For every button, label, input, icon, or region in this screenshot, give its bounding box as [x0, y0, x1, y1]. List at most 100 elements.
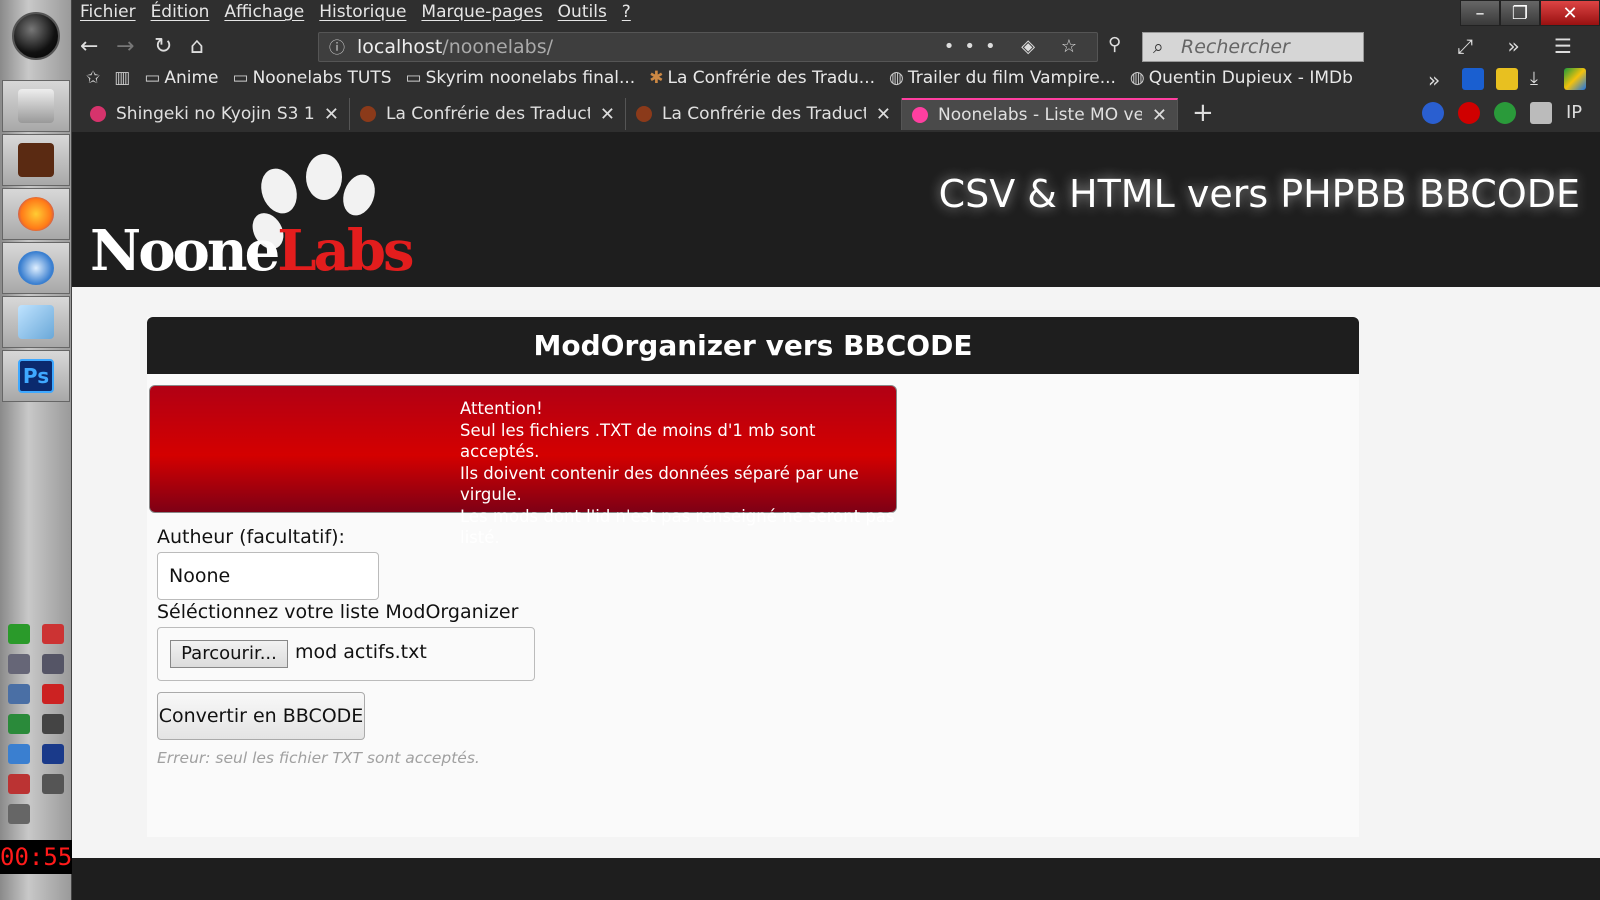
paw-toe-icon	[255, 163, 303, 219]
warning-alert: Attention! Seul les fichiers .TXT de moi…	[149, 385, 897, 547]
extension-icon[interactable]: ⚲	[1108, 34, 1121, 55]
sync-icon[interactable]	[1422, 102, 1444, 124]
selected-file-name: mod actifs.txt	[295, 641, 427, 663]
tray-app-icon[interactable]	[8, 654, 30, 674]
calculator-icon	[18, 143, 54, 177]
tab-noonelabs[interactable]: Noonelabs - Liste MO vers ✕	[902, 98, 1178, 130]
bookmark-anime[interactable]: ▭ Anime	[144, 68, 218, 94]
dock-item-thunderbird[interactable]	[2, 242, 70, 294]
addon-icons: IP	[1422, 102, 1588, 124]
tray-app-icon[interactable]	[42, 624, 64, 644]
noonelabs-logo[interactable]: NooneLabs	[86, 154, 415, 294]
forward-icon[interactable]: →	[116, 34, 134, 59]
bookmark-noonelabs-tuts[interactable]: ▭ Noonelabs TUTS	[233, 68, 392, 94]
alert-line: Attention!	[460, 399, 543, 418]
tray-app-icon[interactable]	[8, 684, 30, 704]
tray-app-icon[interactable]	[42, 744, 64, 764]
navigation-toolbar: ← → ↻ ⌂ ⓘ localhost/noonelabs/ ••• ◈ ☆ ⚲…	[72, 30, 1600, 64]
tray-network-icon[interactable]	[8, 744, 30, 764]
ip-icon[interactable]: IP	[1566, 102, 1588, 124]
tab-confrerie-2[interactable]: La Confrérie des Traducte ✕	[626, 98, 902, 130]
close-tab-icon[interactable]: ✕	[1152, 105, 1167, 126]
author-label: Autheur (facultatif):	[157, 526, 345, 548]
url-bar[interactable]: ⓘ localhost/noonelabs/ ••• ◈ ☆	[318, 32, 1098, 62]
drive-icon[interactable]	[1564, 68, 1586, 90]
paw-toe-icon	[306, 154, 342, 200]
photoshop-icon: Ps	[18, 359, 54, 393]
tray-app-icon[interactable]	[42, 654, 64, 674]
browse-button[interactable]: Parcourir...	[170, 640, 288, 668]
profile-icon[interactable]	[1530, 102, 1552, 124]
volume-icon[interactable]	[8, 804, 30, 824]
menu-help[interactable]: ?	[622, 2, 631, 28]
vpn-icon[interactable]	[1494, 102, 1516, 124]
browser-chrome: Fichier Édition Affichage Historique Mar…	[72, 0, 1600, 132]
tray-app-icon[interactable]	[8, 714, 30, 734]
notification-icon[interactable]	[1462, 68, 1484, 90]
menu-marque-pages[interactable]: Marque-pages	[421, 2, 542, 28]
site-header: NooneLabs CSV & HTML vers PHPBB BBCODE	[72, 132, 1600, 287]
menu-bar: Fichier Édition Affichage Historique Mar…	[80, 2, 631, 28]
bug-favicon-icon	[360, 106, 376, 122]
tray-app-icon[interactable]	[42, 684, 64, 704]
new-tab-button[interactable]: +	[1178, 98, 1228, 130]
close-tab-icon[interactable]: ✕	[600, 104, 615, 125]
url-host: localhost	[357, 36, 443, 58]
toolbar-overflow-icon[interactable]: ⤢ » ☰	[1457, 34, 1586, 58]
alert-line: Les mods dont l'id n'est pas renseigné n…	[460, 506, 895, 548]
page-actions-icon[interactable]: ••• ◈ ☆	[944, 33, 1087, 61]
adblock-icon[interactable]	[1458, 102, 1480, 124]
convert-button[interactable]: Convertir en BBCODE	[157, 692, 365, 740]
minimize-button[interactable]: –	[1460, 0, 1500, 26]
web-page: NooneLabs CSV & HTML vers PHPBB BBCODE M…	[72, 132, 1600, 900]
start-orb-icon[interactable]	[12, 12, 60, 60]
firefox-icon	[18, 197, 54, 231]
tab-confrerie-1[interactable]: La Confrérie des Traducte ✕	[350, 98, 626, 130]
close-window-button[interactable]: ✕	[1540, 0, 1600, 26]
menu-fichier[interactable]: Fichier	[80, 2, 136, 28]
bookmarks-bar: ✩ ▥ ▭ Anime ▭ Noonelabs TUTS ▭ Skyrim noone…	[86, 68, 1353, 94]
close-tab-icon[interactable]: ✕	[876, 104, 891, 125]
bookmark-confrerie[interactable]: ✱ La Confrérie des Tradu...	[649, 68, 875, 94]
globe-icon: ◍	[889, 68, 904, 88]
back-icon[interactable]: ←	[80, 34, 98, 59]
folder-icon: ▭	[144, 68, 161, 88]
tray-app-icon[interactable]	[42, 714, 64, 734]
dock-item-photoshop[interactable]: Ps	[2, 350, 70, 402]
bookmarks-overflow-icon[interactable]: »	[1428, 68, 1450, 92]
menu-edition[interactable]: Édition	[151, 2, 210, 28]
dock-item-scanner[interactable]	[2, 80, 70, 132]
download-icon[interactable]: ⤓	[1530, 68, 1552, 90]
bookmark-imdb[interactable]: ◍ Quentin Dupieux - IMDb	[1130, 68, 1353, 94]
home-icon[interactable]: ⌂	[190, 34, 204, 59]
notepad-icon	[18, 305, 54, 339]
info-icon[interactable]: ⓘ	[329, 34, 345, 62]
menu-affichage[interactable]: Affichage	[224, 2, 304, 28]
tray-display-icon[interactable]	[42, 774, 64, 794]
folder-icon: ▭	[232, 68, 249, 88]
error-message: Erreur: seul les fichier TXT sont accept…	[157, 749, 480, 767]
reload-icon[interactable]: ↻	[154, 34, 172, 59]
clock: 00:55	[0, 840, 72, 874]
close-tab-icon[interactable]: ✕	[324, 104, 339, 125]
author-input[interactable]: Noone	[157, 552, 379, 600]
dock-item-notepad[interactable]	[2, 296, 70, 348]
search-input[interactable]: ⌕ Rechercher	[1142, 32, 1364, 62]
sidebar-toggle-icon[interactable]: ▥	[114, 68, 130, 94]
menu-historique[interactable]: Historique	[319, 2, 406, 28]
maximize-button[interactable]: ❐	[1500, 0, 1540, 26]
menu-outils[interactable]: Outils	[558, 2, 607, 28]
bookmark-skyrim[interactable]: ▭ Skyrim noonelabs final...	[406, 68, 636, 94]
search-icon: ⌕	[1153, 36, 1164, 58]
bookmark-star-icon[interactable]: ✩	[86, 68, 100, 94]
dock-item-firefox[interactable]	[2, 188, 70, 240]
tray-flag-icon[interactable]	[8, 774, 30, 794]
panel-title: ModOrganizer vers BBCODE	[147, 317, 1359, 374]
bookmark-trailer[interactable]: ◍ Trailer du film Vampire...	[889, 68, 1116, 94]
tab-shingeki[interactable]: Shingeki no Kyojin S3 15 ✕	[80, 98, 350, 130]
system-tray	[8, 624, 64, 834]
dock-item-calculator[interactable]	[2, 134, 70, 186]
note-icon[interactable]	[1496, 68, 1518, 90]
alert-line: Ils doivent contenir des données séparé …	[460, 463, 859, 505]
tray-app-icon[interactable]	[8, 624, 30, 644]
